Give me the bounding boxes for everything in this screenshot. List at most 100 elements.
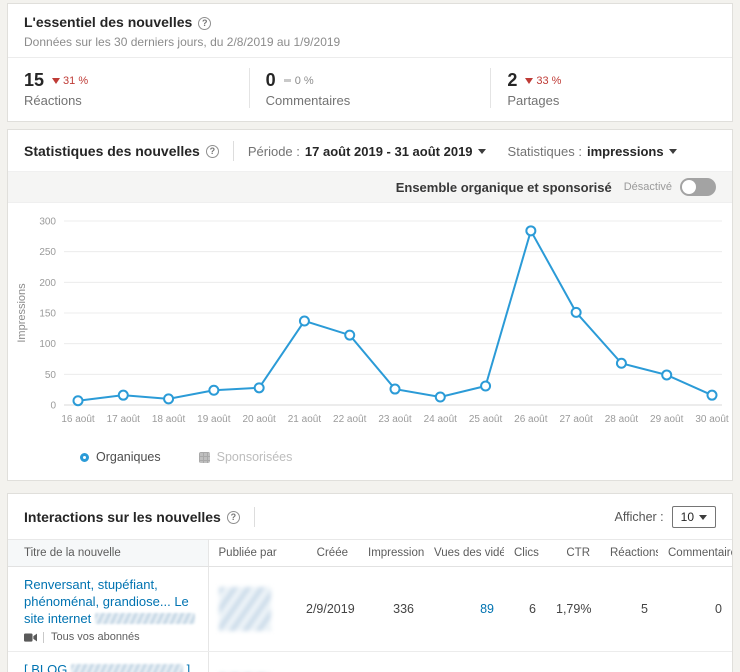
reactions-cell: 5 [600,566,658,653]
metrics-row: 15 31 % Réactions 0 0 % Commentaires 2 3… [8,58,732,121]
svg-text:19 août: 19 août [197,414,231,425]
col-title[interactable]: Titre de la nouvelle [8,539,209,567]
svg-text:26 août: 26 août [514,414,548,425]
svg-text:23 août: 23 août [378,414,412,425]
metric-value: impressions [586,143,664,159]
table-row: Renversant, stupéfiant, phénoménal, gran… [8,566,732,653]
help-icon[interactable] [198,16,212,30]
svg-text:250: 250 [39,247,56,258]
chevron-down-icon [668,148,677,154]
table-row: [ BLOG ] Qu'est-ce qu'une agence digital… [8,651,732,672]
metric-shares: 2 33 % Partages [490,68,732,108]
svg-text:150: 150 [39,309,56,320]
sponsored-marker-icon [198,451,210,463]
svg-text:29 août: 29 août [650,414,684,425]
legend-sponsorisees[interactable]: Sponsorisées [198,450,292,464]
news-title-cell: [ BLOG ] Qu'est-ce qu'une agence digital… [8,651,209,672]
period-label: Période : [247,143,300,159]
col-impressions[interactable]: Impressions [358,539,424,567]
video-icon [24,633,37,642]
legend-organiques-label: Organiques [96,450,161,464]
created-cell: 27/8/2019 [296,651,358,672]
video-views-cell: - [424,651,504,672]
chevron-down-icon [477,148,486,154]
col-created[interactable]: Créée [296,539,358,567]
aggregate-toggle-strip: Ensemble organique et sponsorisé Désacti… [8,172,732,203]
divider [253,507,255,527]
impressions-cell: 336 [358,566,424,653]
highlights-subtitle: Données sur les 30 derniers jours, du 2/… [24,35,341,49]
news-interactions-card: Interactions sur les nouvelles Afficher … [8,494,732,672]
publisher-logo-redacted [218,587,271,632]
chart-legend: Organiques Sponsorisées [8,440,732,480]
reactions-value: 15 [24,70,45,90]
ctr-cell: 1,79% [546,566,600,653]
trend-down-icon [52,77,61,84]
trend-flat-icon [283,79,291,82]
trend-down-icon [525,77,534,84]
comments-value: 0 [265,70,276,90]
svg-text:25 août: 25 août [469,414,503,425]
divider [43,631,44,643]
divider [232,141,234,161]
highlights-title: L'essentiel des nouvelles [24,14,193,30]
comments-cell: 0 [658,651,732,672]
organic-sponsored-toggle[interactable] [680,178,716,196]
metric-label: Statistiques : [507,143,582,159]
metric-reactions: 15 31 % Réactions [8,68,249,108]
created-cell: 2/9/2019 [296,566,358,653]
help-icon[interactable] [205,144,219,158]
svg-text:300: 300 [39,217,56,228]
svg-text:27 août: 27 août [559,414,593,425]
news-title-link[interactable]: Renversant, stupéfiant, phénoménal, gran… [24,576,196,627]
svg-text:28 août: 28 août [605,414,639,425]
toggle-state: Désactivé [623,181,672,193]
svg-text:20 août: 20 août [242,414,276,425]
svg-text:30 août: 30 août [695,414,729,425]
toggle-label: Ensemble organique et sponsorisé [395,179,612,195]
metric-selector[interactable]: Statistiques : impressions [508,144,677,159]
period-selector[interactable]: Période : 17 août 2019 - 31 août 2019 [248,144,486,159]
clicks-cell: 14 [504,651,546,672]
col-published-by[interactable]: Publiée par [208,539,296,567]
impressions-chart-area: 0 50 100 150 200 250 300 16 août 17 août 18 août 1… [8,203,732,440]
help-icon[interactable] [226,510,240,524]
publisher-cell [208,651,296,672]
video-views-cell: 89 [424,566,504,653]
clicks-cell: 6 [504,566,546,653]
col-ctr[interactable]: CTR [546,539,600,567]
col-comments[interactable]: Commentaires [658,539,732,567]
show-label: Afficher : [614,510,664,524]
comments-cell: 0 [658,566,732,653]
reactions-cell: 7 [600,651,658,672]
news-highlights-card: L'essentiel des nouvelles Données sur le… [8,4,732,121]
audience-label: Tous vos abonnés [51,631,140,644]
page-size-select[interactable]: 10 [671,506,716,528]
shares-value: 2 [507,70,518,90]
col-reactions[interactable]: Réactions [600,539,658,567]
svg-text:200: 200 [39,278,56,289]
publisher-cell [208,566,296,653]
title-text: [ BLOG [24,662,71,672]
svg-text:100: 100 [39,339,56,350]
news-statistics-card: Statistiques des nouvelles Période : 17 … [8,130,732,480]
col-clicks[interactable]: Clics [504,539,546,567]
col-video-views[interactable]: Vues des vidéos [424,539,504,567]
svg-text:21 août: 21 août [288,414,322,425]
metric-comments: 0 0 % Commentaires [248,68,491,108]
audience-row: Tous vos abonnés [24,631,196,643]
news-title-link[interactable]: [ BLOG ] Qu'est-ce qu'une agence digital… [24,661,196,672]
legend-organiques[interactable]: Organiques [80,450,161,464]
impressions-chart[interactable]: 0 50 100 150 200 250 300 16 août 17 août 18 août 1… [14,209,730,435]
svg-text:16 août: 16 août [61,414,95,425]
shares-label: Partages [507,93,560,108]
svg-text:0: 0 [50,401,56,412]
shares-delta: 33 % [536,74,562,87]
impressions-cell: 355 [358,651,424,672]
svg-text:22 août: 22 août [333,414,367,425]
news-table-body: Renversant, stupéfiant, phénoménal, gran… [8,566,732,672]
video-views-link[interactable]: 89 [480,602,494,616]
page-size-value: 10 [680,510,694,524]
reactions-delta: 31 % [63,74,89,87]
comments-label: Commentaires [265,93,351,108]
